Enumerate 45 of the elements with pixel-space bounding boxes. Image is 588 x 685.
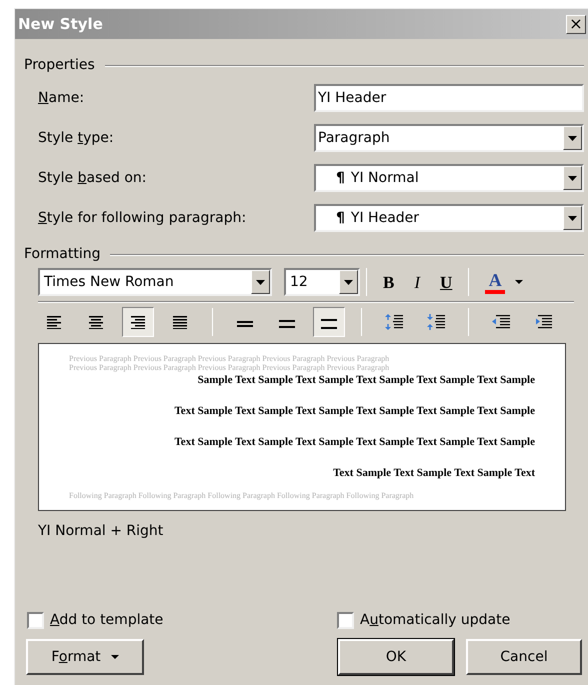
italic-button[interactable]: I	[404, 267, 430, 297]
size-dropdown[interactable]: 12	[284, 268, 360, 296]
color-button[interactable]: A	[475, 267, 516, 297]
field-label: Name:	[38, 88, 84, 108]
window-title: New Style	[18, 14, 103, 35]
section-heading: Formatting	[24, 245, 100, 264]
field-label: Style type:	[38, 128, 114, 148]
sample-text: Sample Text Sample Text Sample Text Sample Text Sample Text Sample	[198, 374, 535, 387]
field-label: Style for following paragraph:	[38, 208, 246, 228]
bold-button[interactable]: B	[373, 267, 404, 297]
field-label: Style based on:	[38, 168, 146, 188]
previous-paragraph-text: Previous Paragraph Previous Paragraph Previous Paragraph Previous Paragraph Previous Paragraph	[69, 354, 390, 363]
dropdown[interactable]: Paragraph	[314, 124, 584, 152]
checkbox[interactable]	[337, 612, 354, 629]
sample-text: Text Sample Text Sample Text Sample Text Sample Text Sample Text Sample	[174, 436, 535, 449]
caret-icon	[110, 655, 119, 659]
dropdown[interactable]: ¶ YI Header	[314, 204, 584, 232]
decrease-indent-icon	[492, 314, 510, 330]
align-justify-icon	[172, 316, 188, 328]
name-field[interactable]: YI Header	[314, 84, 584, 112]
paragraph-spacing-icon	[385, 314, 403, 330]
increase-indent-icon	[534, 314, 552, 330]
following-paragraph-text: Following Paragraph Following Paragraph Following Paragraph Following Paragraph Following Paragraph	[69, 491, 415, 500]
checkbox-label[interactable]: Automatically update	[360, 610, 510, 631]
dialog-button[interactable]: Format	[26, 639, 144, 675]
caret-icon[interactable]	[515, 280, 524, 284]
align-center-icon	[88, 316, 104, 328]
align-right-icon	[130, 316, 146, 328]
previous-paragraph-text: Previous Paragraph Previous Paragraph Previous Paragraph Previous Paragraph Previous Paragraph	[69, 363, 390, 372]
toolbar-button[interactable]	[122, 307, 154, 337]
dialog-button[interactable]: OK	[338, 639, 454, 675]
font-dropdown[interactable]: Times New Roman	[38, 268, 272, 296]
align-left-icon	[46, 316, 62, 328]
paragraph-spacing-icon	[427, 314, 445, 330]
style-description: YI Normal + Right	[38, 522, 164, 541]
underline-button[interactable]: U	[430, 267, 462, 297]
dialog-button[interactable]: Cancel	[466, 639, 582, 675]
toolbar-button[interactable]	[313, 307, 345, 337]
checkbox[interactable]	[27, 612, 44, 629]
sample-text: Text Sample Text Sample Text Sample Text Sample Text Sample Text Sample	[174, 405, 535, 418]
checkbox-label[interactable]: Add to template	[50, 610, 164, 631]
close-button[interactable]: ×	[566, 14, 586, 34]
sample-text: Text Sample Text Sample Text Sample Text	[333, 467, 535, 480]
section-heading: Properties	[24, 56, 95, 75]
dropdown[interactable]: ¶ YI Normal	[314, 164, 584, 192]
